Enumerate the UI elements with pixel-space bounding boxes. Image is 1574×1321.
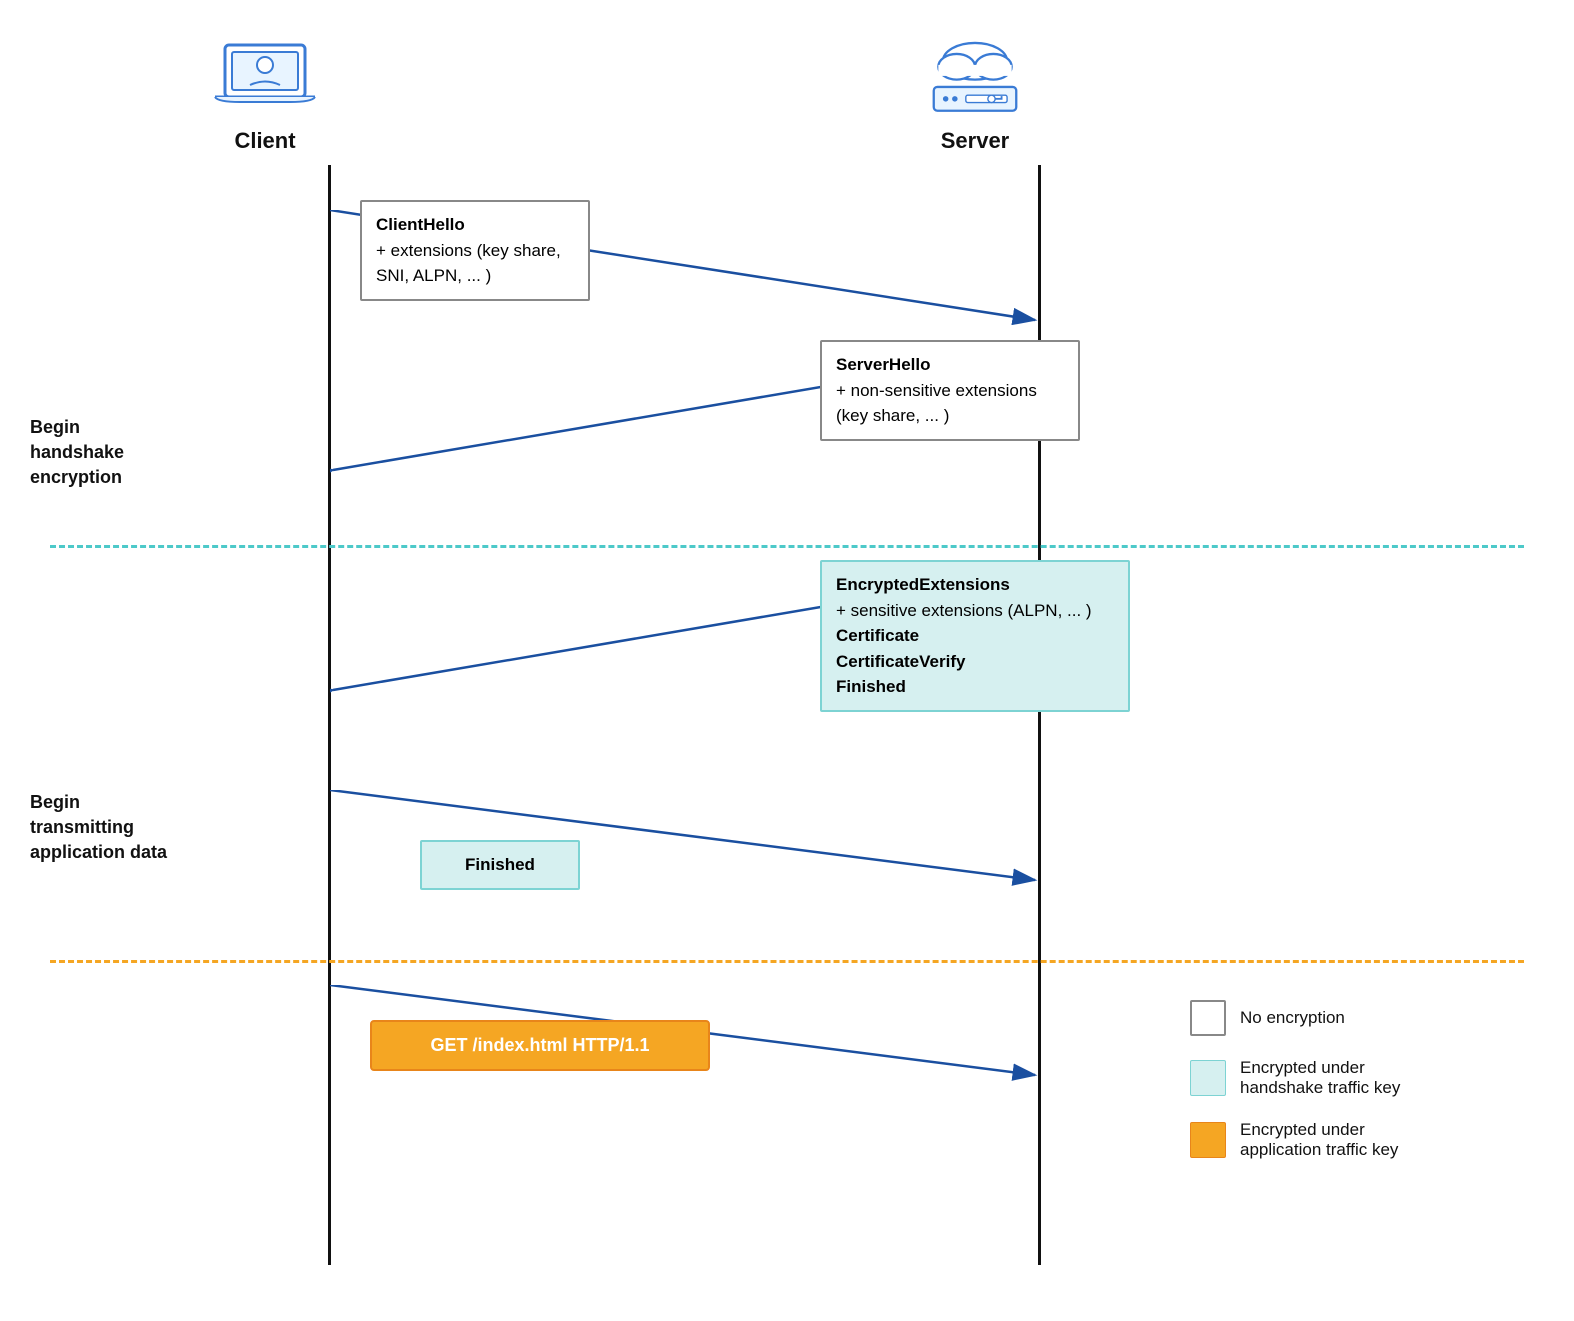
legend-box-teal [1190, 1060, 1226, 1096]
client-label: Client [234, 128, 295, 154]
get-request-title: GET /index.html HTTP/1.1 [430, 1035, 649, 1055]
legend-app-key: Encrypted underapplication traffic key [1190, 1120, 1400, 1160]
begin-transmitting-label: Begin transmitting application data [30, 790, 167, 866]
client-lifeline [328, 165, 331, 1265]
diagram-container: Client Server [0, 0, 1574, 1321]
server-hello-detail: + non-sensitive extensions (key share, .… [836, 381, 1037, 426]
finished-client-box: Finished [420, 840, 580, 890]
server-label: Server [941, 128, 1010, 154]
encrypted-ext-detail: + sensitive extensions (ALPN, ... ) [836, 601, 1092, 620]
orange-separator [50, 960, 1524, 963]
legend-no-encryption: No encryption [1190, 1000, 1400, 1036]
client-hello-title: ClientHello [376, 215, 465, 234]
legend-box-plain [1190, 1000, 1226, 1036]
encrypted-extensions-box: EncryptedExtensions + sensitive extensio… [820, 560, 1130, 712]
client-hello-box: ClientHello + extensions (key share, SNI… [360, 200, 590, 301]
server-hello-box: ServerHello + non-sensitive extensions (… [820, 340, 1080, 441]
teal-separator [50, 545, 1524, 548]
server-icon [920, 30, 1030, 120]
legend-box-orange [1190, 1122, 1226, 1158]
get-request-box: GET /index.html HTTP/1.1 [370, 1020, 710, 1071]
legend: No encryption Encrypted underhandshake t… [1190, 1000, 1400, 1182]
client-hello-detail: + extensions (key share, SNI, ALPN, ... … [376, 241, 561, 286]
finished-server-label: Finished [836, 677, 906, 696]
legend-no-encryption-label: No encryption [1240, 1008, 1345, 1028]
client-icon [210, 30, 320, 120]
client-actor: Client [210, 30, 320, 154]
certificate-verify-label: CertificateVerify [836, 652, 965, 671]
server-hello-title: ServerHello [836, 355, 931, 374]
server-lifeline [1038, 165, 1041, 1265]
server-actor: Server [920, 30, 1030, 154]
encrypted-ext-title: EncryptedExtensions [836, 575, 1010, 594]
legend-handshake-key: Encrypted underhandshake traffic key [1190, 1058, 1400, 1098]
begin-handshake-label: Begin handshake encryption [30, 415, 124, 491]
finished-client-title: Finished [465, 855, 535, 874]
certificate-label: Certificate [836, 626, 919, 645]
legend-handshake-key-label: Encrypted underhandshake traffic key [1240, 1058, 1400, 1098]
legend-app-key-label: Encrypted underapplication traffic key [1240, 1120, 1398, 1160]
